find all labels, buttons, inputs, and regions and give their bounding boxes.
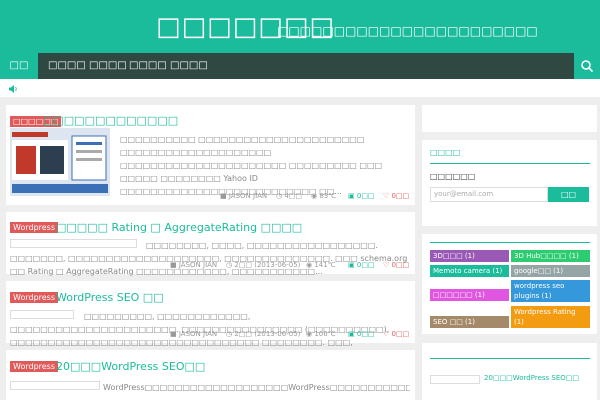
subscribe-title: □□□□ xyxy=(430,148,461,157)
comment-icon: ▣ xyxy=(348,330,355,338)
notice-bar xyxy=(0,79,600,97)
recent-post-link[interactable]: 20□□□WordPress SEO□□ xyxy=(484,374,579,382)
user-icon: ■ xyxy=(170,330,177,338)
recent-posts-widget xyxy=(422,343,597,400)
comment-icon: ▣ xyxy=(348,192,355,200)
post-likes[interactable]: ♡ 0□□ xyxy=(383,192,409,200)
search-icon xyxy=(581,60,594,73)
eye-icon: ◉ xyxy=(306,261,313,269)
clock-icon: ◷ xyxy=(226,261,233,269)
nav-item-1[interactable]: □□□□ xyxy=(48,53,86,79)
post-excerpt: □□□□□□□□□□ □□□□□□□□□□□□□□□□□□□□□□ □□□□□□… xyxy=(120,135,383,196)
post-author[interactable]: ■ JASON JIAN xyxy=(170,330,217,338)
subscribe-label: □□□□□□ xyxy=(430,172,476,181)
speaker-icon xyxy=(9,85,17,93)
sidebar-widget xyxy=(422,105,597,132)
post-title[interactable]: WordPress SEO □□ xyxy=(56,291,164,304)
post-comments[interactable]: ▣ 0□□ xyxy=(348,330,375,338)
site-header: □□□□□□□ □□□□□□□□□□□□□□□□□□□□□□□ xyxy=(0,0,600,53)
divider xyxy=(430,358,590,359)
nav-item-3[interactable]: □□□□ xyxy=(129,53,167,79)
post-time: ◷ 4□□ xyxy=(276,192,303,200)
post-excerpt: WordPress□□□□□□□□□□□□□□□□□□□WordPress□□□… xyxy=(103,383,410,392)
heart-icon: ♡ xyxy=(383,261,390,269)
nav-item-2[interactable]: □□□□ xyxy=(89,53,127,79)
divider xyxy=(430,242,590,243)
post-title[interactable]: 20□□□WordPress SEO□□ xyxy=(56,360,205,373)
heart-icon: ♡ xyxy=(383,330,390,338)
tag-item[interactable]: Memoto camera (1) xyxy=(430,265,509,277)
tag-item[interactable]: Wordpress Rating (1) xyxy=(511,306,590,328)
category-label[interactable]: Wordpress xyxy=(10,222,59,233)
user-icon: ■ xyxy=(170,261,177,269)
post-excerpt: □□□□□□□□, □□□□, □□□□□□□□□□□□□□□□□. □□□□□… xyxy=(10,241,408,276)
search-button[interactable] xyxy=(574,53,600,79)
post-likes[interactable]: ♡ 0□□ xyxy=(383,330,409,338)
category-label[interactable]: Wordpress xyxy=(10,292,59,303)
post-comments[interactable]: ▣ 0□□ xyxy=(348,261,375,269)
email-field[interactable]: your@email.com xyxy=(430,187,548,202)
post-likes[interactable]: ♡ 0□□ xyxy=(383,261,409,269)
post-author[interactable]: ■ JASON JIAN xyxy=(170,261,217,269)
user-icon: ■ xyxy=(220,192,227,200)
thumbnail-placeholder xyxy=(430,375,480,384)
tag-item[interactable]: SEO □□ (1) xyxy=(430,316,509,328)
tag-item[interactable]: □□□□□□ (1) xyxy=(430,289,509,301)
tag-item[interactable]: 3D Hub□□□□ (1) xyxy=(511,250,590,262)
tag-item[interactable]: google□□ (1) xyxy=(511,265,590,277)
nav-item-4[interactable]: □□□□ xyxy=(170,53,208,79)
post-title[interactable]: □□□□□ Rating □ AggregateRating □□□□ xyxy=(56,221,302,234)
post-views: ◉ 106℃ xyxy=(306,330,336,338)
clock-icon: ◷ xyxy=(226,330,233,338)
post-time: ◷ 2□□ (2013-06-05) xyxy=(226,261,301,269)
post-views: ◉ 83℃ xyxy=(311,192,337,200)
post-time: ◷ 2□□ (2013-06-05) xyxy=(226,330,301,338)
main-nav: □□ □□□□ □□□□ □□□□ □□□□ xyxy=(0,53,600,79)
post-author[interactable]: ■ JASON JIAN xyxy=(220,192,267,200)
eye-icon: ◉ xyxy=(306,330,313,338)
post-title[interactable]: □□□□□□□□□□□□□ xyxy=(43,114,178,127)
divider xyxy=(430,163,590,164)
tag-item[interactable]: wordpress seo plugins (1) xyxy=(511,280,590,302)
post-thumbnail[interactable] xyxy=(10,128,110,196)
eye-icon: ◉ xyxy=(311,192,318,200)
post-views: ◉ 141℃ xyxy=(306,261,336,269)
category-label[interactable]: Wordpress xyxy=(10,361,59,372)
tag-item[interactable]: 3D□□□ (1) xyxy=(430,250,509,262)
nav-item-home[interactable]: □□ xyxy=(0,53,38,79)
site-description: □□□□□□□□□□□□□□□□□□□□□□□ xyxy=(277,24,538,38)
heart-icon: ♡ xyxy=(383,192,390,200)
clock-icon: ◷ xyxy=(276,192,283,200)
subscribe-button[interactable]: □□ xyxy=(548,187,589,202)
post-comments[interactable]: ▣ 0□□ xyxy=(348,192,375,200)
comment-icon: ▣ xyxy=(348,261,355,269)
